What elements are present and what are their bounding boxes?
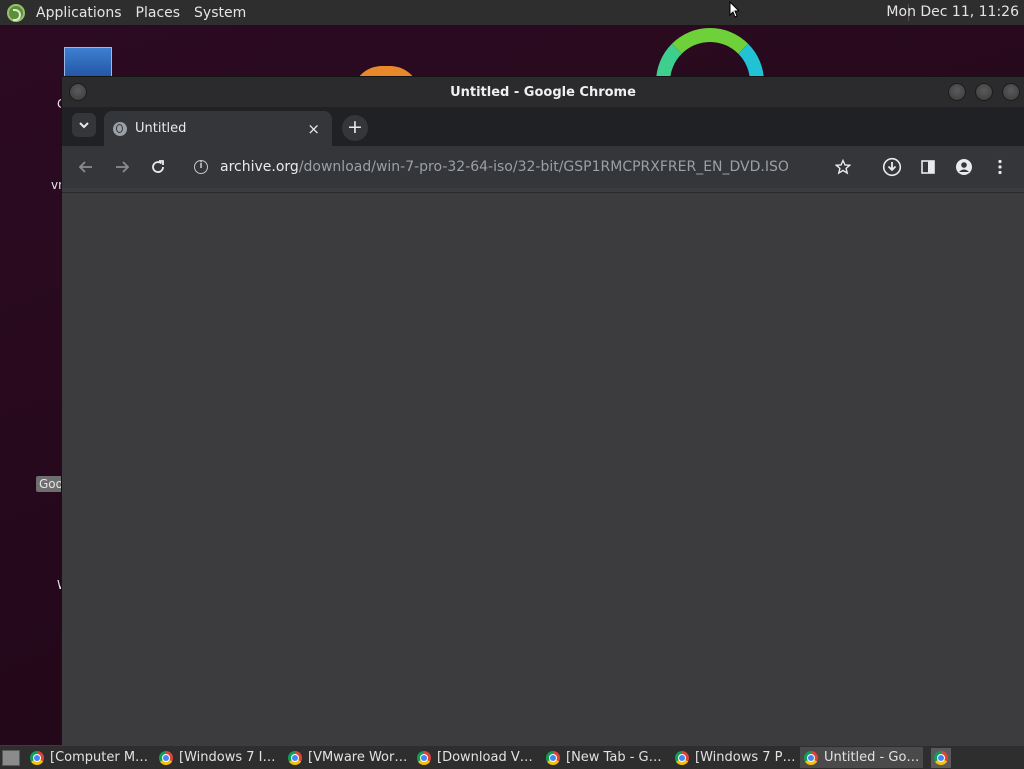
taskbar-item[interactable]: [Computer M… xyxy=(26,747,149,768)
minimize-button[interactable] xyxy=(948,83,966,101)
profile-button[interactable] xyxy=(950,153,978,181)
taskbar-item[interactable]: [VMware Wor… xyxy=(284,747,407,768)
taskbar-item[interactable]: [Windows 7 P… xyxy=(671,747,794,768)
arrow-left-icon xyxy=(78,161,92,173)
close-window-button[interactable] xyxy=(1002,83,1020,101)
site-info-icon[interactable]: i xyxy=(194,160,208,174)
chrome-icon xyxy=(159,750,173,765)
globe-icon xyxy=(113,121,127,136)
taskbar-item[interactable]: [New Tab - G… xyxy=(542,747,665,768)
desktop-computer-icon[interactable] xyxy=(64,47,112,77)
bookmark-button[interactable] xyxy=(829,153,857,181)
taskbar-item-label: [Download V… xyxy=(437,750,533,765)
mouse-pointer-icon xyxy=(729,1,739,18)
distro-logo-icon[interactable] xyxy=(7,3,25,22)
star-icon xyxy=(835,159,851,175)
taskbar-item-active[interactable]: Untitled - Go… xyxy=(800,747,923,768)
show-desktop-icon[interactable] xyxy=(2,749,20,766)
chrome-window: Untitled - Google Chrome Untitled × + i … xyxy=(62,77,1024,745)
kebab-menu-icon xyxy=(998,159,1002,175)
page-content[interactable] xyxy=(62,193,1024,745)
system-menu[interactable]: System xyxy=(187,5,253,21)
chrome-icon xyxy=(804,750,818,765)
url-path: /download/win-7-pro-32-64-iso/32-bit/GSP… xyxy=(298,159,789,175)
chrome-icon xyxy=(934,750,948,765)
tab-strip: Untitled × + xyxy=(62,107,1024,146)
menu-button[interactable] xyxy=(986,153,1014,181)
taskbar-item-label: [Windows 7 P… xyxy=(695,750,794,765)
tab-title: Untitled xyxy=(135,121,187,136)
window-menu-button[interactable] xyxy=(69,83,87,101)
side-panel-icon xyxy=(921,160,935,174)
downloads-button[interactable] xyxy=(878,153,906,181)
chrome-icon xyxy=(30,750,44,765)
applications-menu[interactable]: Applications xyxy=(29,5,129,21)
new-tab-button[interactable]: + xyxy=(342,115,368,141)
taskbar-item-label: [New Tab - G… xyxy=(566,750,662,765)
side-panel-button[interactable] xyxy=(914,153,942,181)
forward-button[interactable] xyxy=(108,153,136,181)
taskbar-item-label: Untitled - Go… xyxy=(824,750,920,765)
address-bar[interactable]: i archive.org/download/win-7-pro-32-64-i… xyxy=(184,152,864,182)
clock[interactable]: Mon Dec 11, 11:26 xyxy=(886,4,1019,20)
tab-close-icon[interactable]: × xyxy=(307,120,320,138)
arrow-right-icon xyxy=(116,161,130,173)
taskbar-item-label: [Computer M… xyxy=(50,750,149,765)
tray-chrome-icon[interactable] xyxy=(931,747,951,768)
chrome-icon xyxy=(417,750,431,765)
taskbar-item[interactable]: [Windows 7 I… xyxy=(155,747,278,768)
back-button[interactable] xyxy=(72,153,100,181)
taskbar: [Computer M… [Windows 7 I… [VMware Wor… … xyxy=(0,745,1024,769)
browser-toolbar: i archive.org/download/win-7-pro-32-64-i… xyxy=(62,146,1024,188)
window-title: Untitled - Google Chrome xyxy=(450,84,636,100)
download-icon xyxy=(882,157,902,177)
reload-button[interactable] xyxy=(144,153,172,181)
places-menu[interactable]: Places xyxy=(129,5,188,21)
chrome-icon xyxy=(675,750,689,765)
window-titlebar[interactable]: Untitled - Google Chrome xyxy=(62,77,1024,107)
taskbar-item-label: [VMware Wor… xyxy=(308,750,407,765)
top-panel: Applications Places System Mon Dec 11, 1… xyxy=(0,0,1024,26)
tab-untitled[interactable]: Untitled × xyxy=(104,111,332,146)
reload-icon xyxy=(152,160,164,173)
chevron-down-icon xyxy=(79,122,89,129)
tab-search-button[interactable] xyxy=(72,113,96,137)
chrome-icon xyxy=(546,750,560,765)
maximize-button[interactable] xyxy=(975,83,993,101)
profile-icon xyxy=(956,159,972,175)
url-text[interactable]: archive.org/download/win-7-pro-32-64-iso… xyxy=(220,159,789,175)
taskbar-item[interactable]: [Download V… xyxy=(413,747,536,768)
chrome-icon xyxy=(288,750,302,765)
taskbar-item-label: [Windows 7 I… xyxy=(179,750,276,765)
url-host: archive.org xyxy=(220,159,299,175)
